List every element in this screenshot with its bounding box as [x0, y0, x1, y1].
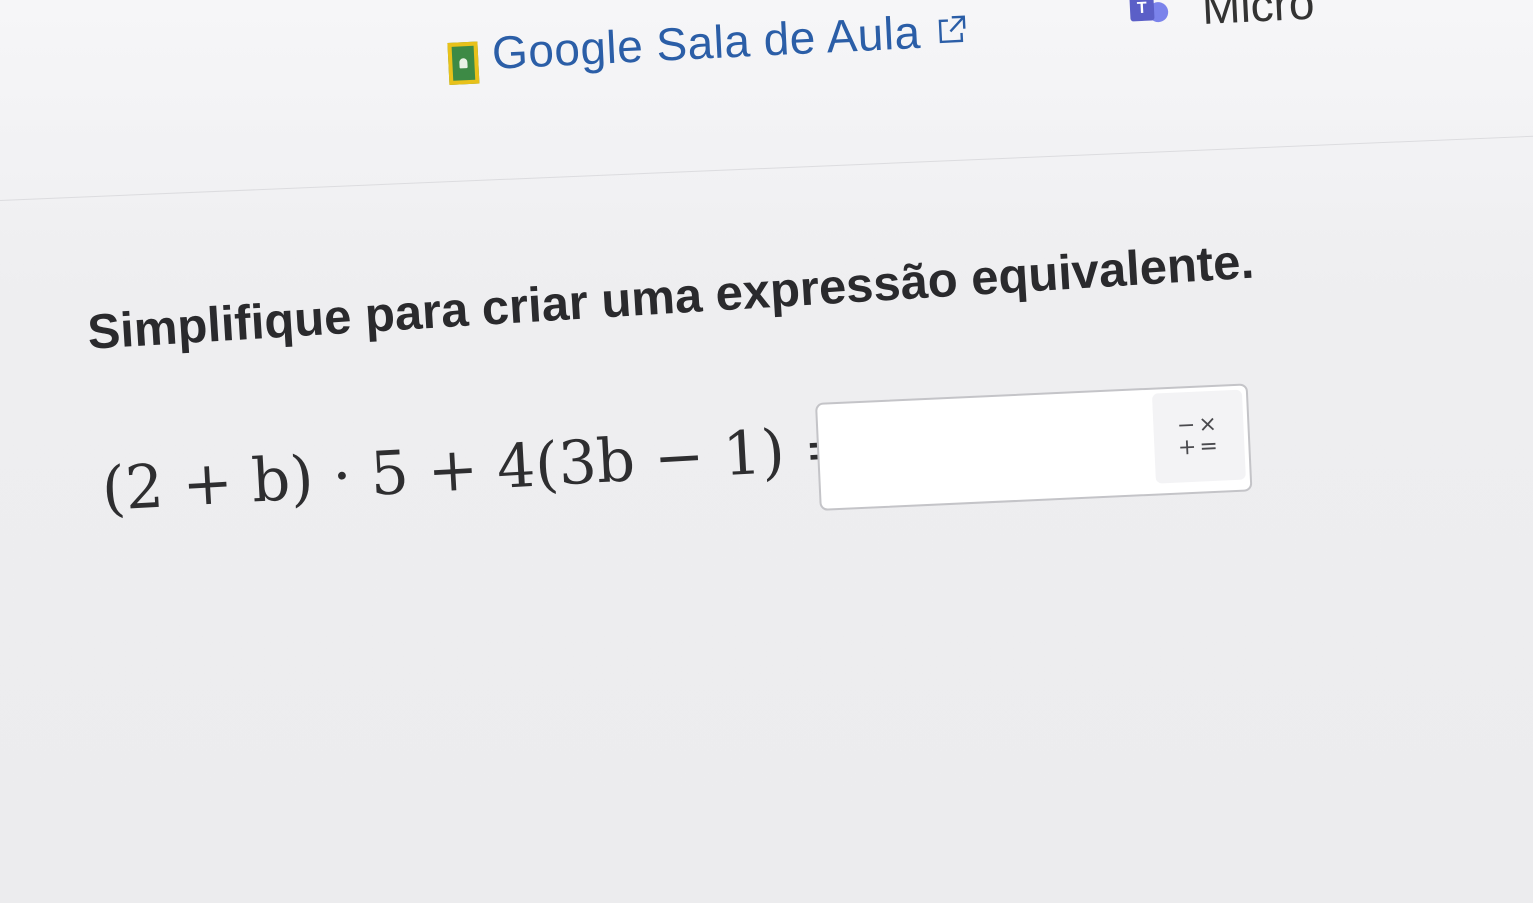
math-expression: (2 + b) · 5 + 4(3b − 1) =: [100, 412, 856, 525]
microsoft-teams-icon: T: [1129, 0, 1169, 29]
keypad-plus-equals: +=: [1177, 433, 1222, 461]
google-classroom-icon: [447, 41, 480, 85]
question-instruction: Simplifique para criar uma expressão equ…: [86, 234, 1256, 360]
answer-input[interactable]: [821, 393, 1155, 507]
math-keypad-button[interactable]: −× +=: [1151, 389, 1246, 484]
microsoft-teams-label: Micro: [1200, 0, 1316, 34]
answer-box: −× +=: [815, 383, 1253, 511]
external-link-icon: [936, 15, 967, 46]
